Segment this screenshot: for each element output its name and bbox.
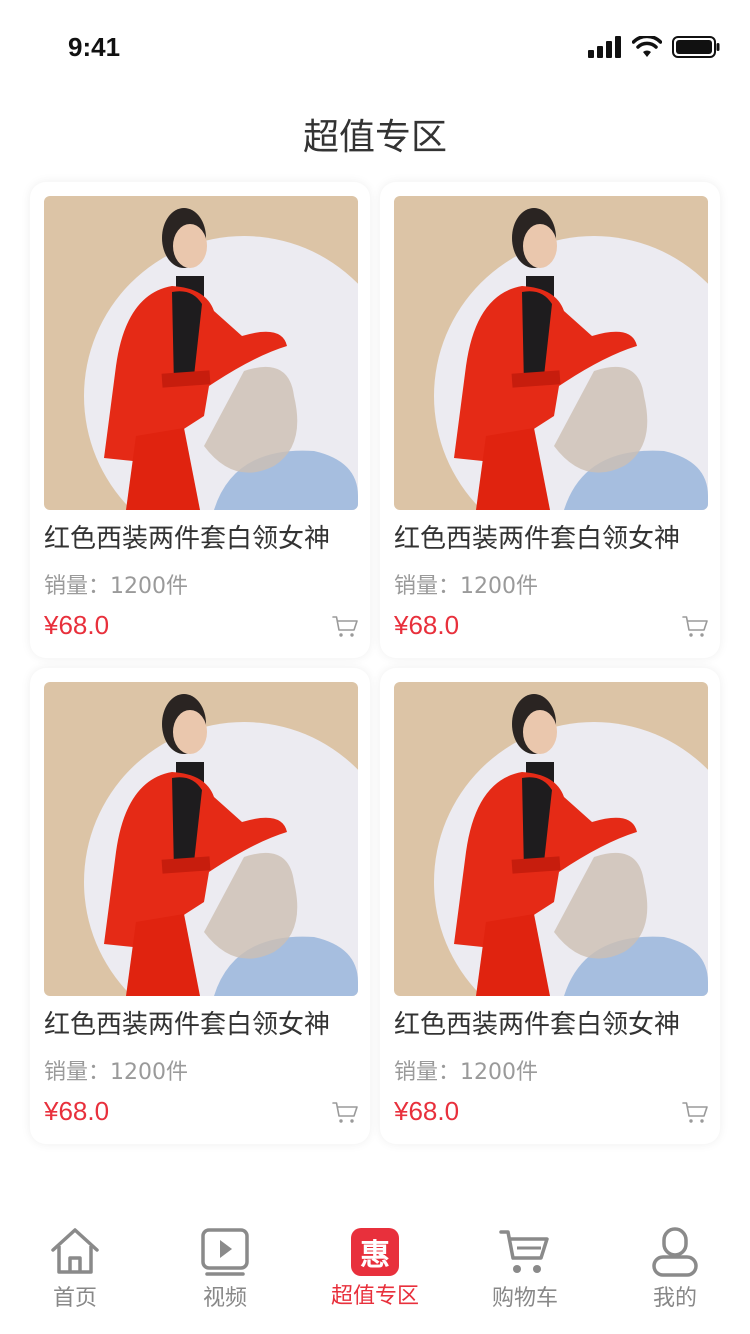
home-icon [51, 1228, 99, 1274]
wifi-icon [632, 36, 662, 57]
tab-profile[interactable]: 我的 [600, 1218, 750, 1334]
add-to-cart-icon[interactable] [682, 614, 708, 638]
product-photo [394, 682, 708, 996]
product-price: ¥68.0 [44, 1096, 110, 1126]
product-image[interactable] [44, 682, 358, 996]
product-card[interactable]: 红色西装两件套白领女神 销量：1200件 ¥68.0 [30, 668, 370, 1144]
tab-cart[interactable]: 购物车 [450, 1218, 600, 1334]
tab-label: 我的 [652, 1286, 697, 1311]
signal-icon [588, 36, 621, 58]
product-card[interactable]: 红色西装两件套白领女神 销量：1200件 ¥68.0 [380, 182, 720, 658]
tab-deals[interactable]: 惠 超值专区 [300, 1218, 450, 1334]
tab-home[interactable]: 首页 [0, 1218, 150, 1334]
tab-label: 视频 [202, 1286, 247, 1311]
tab-bar: 首页 视频 惠 超值专区 购物车 我的 [0, 1218, 750, 1334]
product-photo [44, 682, 358, 996]
product-sales: 销量：1200件 [44, 1060, 188, 1085]
product-title: 红色西装两件套白领女神 [44, 524, 331, 554]
add-to-cart-icon[interactable] [332, 614, 358, 638]
product-image[interactable] [394, 682, 708, 996]
product-title: 红色西装两件套白领女神 [394, 1010, 681, 1040]
product-sales: 销量：1200件 [394, 1060, 538, 1085]
cart-icon [499, 1230, 549, 1273]
product-image[interactable] [394, 196, 708, 510]
status-icons [588, 34, 720, 60]
product-image[interactable] [44, 196, 358, 510]
deal-badge: 惠 [360, 1238, 390, 1273]
battery-icon [672, 36, 720, 58]
video-icon [201, 1228, 249, 1276]
product-price: ¥68.0 [44, 610, 110, 640]
status-bar: 9:41 [0, 0, 750, 96]
deal-icon: 惠 [351, 1228, 399, 1276]
product-card[interactable]: 红色西装两件套白领女神 销量：1200件 ¥68.0 [380, 668, 720, 1144]
tab-video[interactable]: 视频 [150, 1218, 300, 1334]
tab-label: 首页 [52, 1286, 97, 1311]
product-sales: 销量：1200件 [44, 574, 188, 599]
user-icon [652, 1227, 698, 1277]
tab-label: 超值专区 [330, 1284, 419, 1309]
add-to-cart-icon[interactable] [682, 1100, 708, 1124]
status-time: 9:41 [68, 32, 121, 62]
product-photo [44, 196, 358, 510]
product-card[interactable]: 红色西装两件套白领女神 销量：1200件 ¥68.0 [30, 182, 370, 658]
product-sales: 销量：1200件 [394, 574, 538, 599]
product-photo [394, 196, 708, 510]
page-title: 超值专区 [302, 117, 447, 158]
product-title: 红色西装两件套白领女神 [44, 1010, 331, 1040]
product-price: ¥68.0 [394, 610, 460, 640]
tab-label: 购物车 [491, 1286, 558, 1311]
product-title: 红色西装两件套白领女神 [394, 524, 681, 554]
product-price: ¥68.0 [394, 1096, 460, 1126]
product-grid: 红色西装两件套白领女神 销量：1200件 ¥68.0 红色西装两件套白领女神 销… [30, 182, 720, 1144]
add-to-cart-icon[interactable] [332, 1100, 358, 1124]
